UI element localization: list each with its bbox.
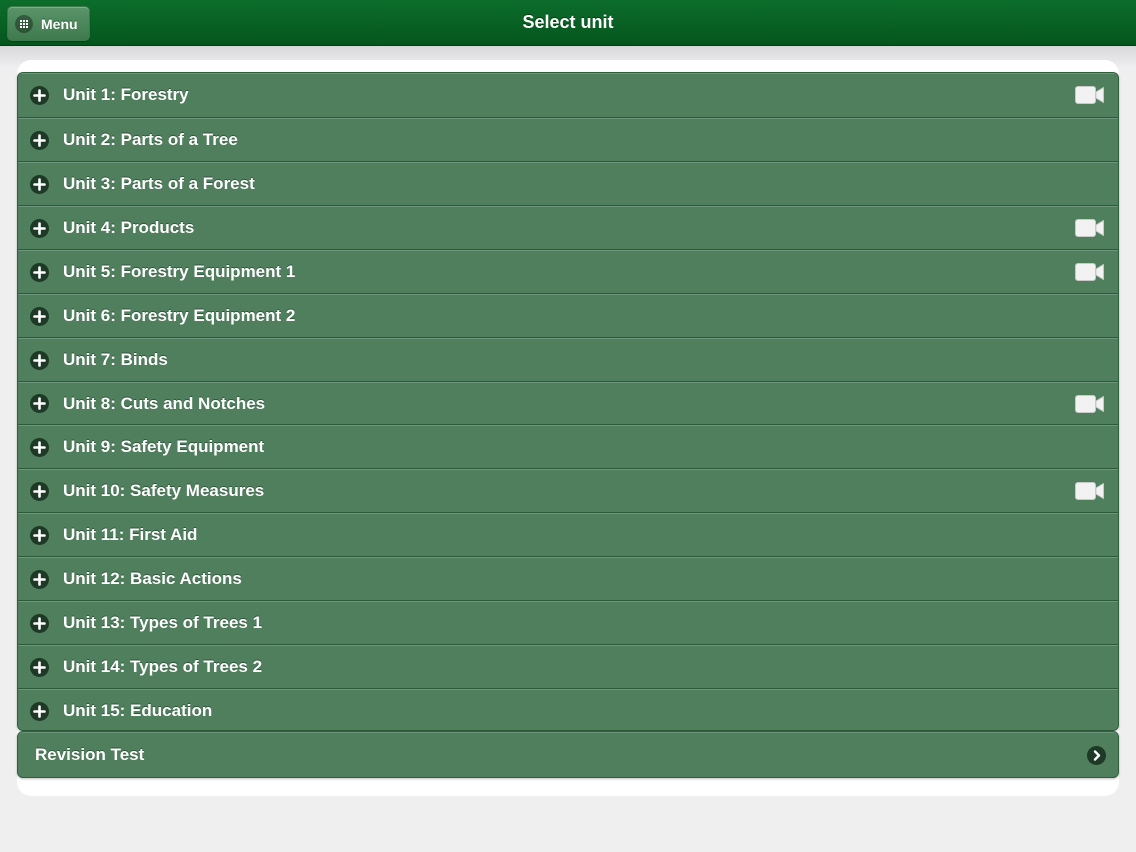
plus-icon [30, 394, 49, 413]
plus-icon [30, 482, 49, 501]
plus-icon [30, 658, 49, 677]
unit-label: Unit 3: Parts of a Forest [63, 174, 255, 193]
unit-label: Unit 10: Safety Measures [63, 481, 265, 500]
unit-label: Unit 4: Products [63, 218, 195, 237]
unit-row[interactable]: Unit 15: Education [18, 688, 1118, 730]
unit-row[interactable]: Unit 8: Cuts and Notches [18, 381, 1118, 424]
unit-row[interactable]: Unit 9: Safety Equipment [18, 424, 1118, 468]
unit-row[interactable]: Unit 1: Forestry [18, 73, 1118, 117]
unit-label: Unit 7: Binds [63, 350, 168, 369]
plus-icon [30, 570, 49, 589]
unit-label: Unit 1: Forestry [63, 85, 189, 104]
unit-list: Unit 1: Forestry Unit 2: Parts of a Tree U… [17, 72, 1119, 731]
plus-icon [30, 614, 49, 633]
unit-label: Unit 8: Cuts and Notches [63, 394, 266, 413]
revision-test-button[interactable]: Revision Test [17, 731, 1119, 778]
unit-row[interactable]: Unit 11: First Aid [18, 512, 1118, 556]
app-header: Menu Select unit [0, 0, 1136, 46]
plus-icon [30, 307, 49, 326]
unit-label: Unit 13: Types of Trees 1 [63, 613, 263, 632]
video-camera-icon [1075, 482, 1104, 500]
video-camera-icon [1075, 263, 1104, 281]
unit-label: Unit 15: Education [63, 701, 213, 720]
video-camera-icon [1075, 395, 1104, 413]
unit-label: Unit 11: First Aid [63, 525, 198, 544]
revision-test-label: Revision Test [35, 745, 145, 764]
plus-icon [30, 263, 49, 282]
unit-label: Unit 9: Safety Equipment [63, 437, 265, 456]
plus-icon [30, 526, 49, 545]
video-camera-icon [1075, 219, 1104, 237]
unit-label: Unit 2: Parts of a Tree [63, 130, 238, 149]
plus-icon [30, 131, 49, 150]
plus-icon [30, 175, 49, 194]
unit-row[interactable]: Unit 10: Safety Measures [18, 468, 1118, 512]
unit-row[interactable]: Unit 7: Binds [18, 337, 1118, 381]
page-title: Select unit [522, 12, 614, 32]
unit-label: Unit 6: Forestry Equipment 2 [63, 306, 296, 325]
unit-row[interactable]: Unit 13: Types of Trees 1 [18, 600, 1118, 644]
unit-row[interactable]: Unit 2: Parts of a Tree [18, 117, 1118, 161]
unit-row[interactable]: Unit 14: Types of Trees 2 [18, 644, 1118, 688]
plus-icon [30, 351, 49, 370]
unit-label: Unit 12: Basic Actions [63, 569, 242, 588]
video-camera-icon [1075, 86, 1104, 104]
plus-icon [30, 86, 49, 105]
unit-label: Unit 5: Forestry Equipment 1 [63, 262, 296, 281]
unit-label: Unit 14: Types of Trees 2 [63, 657, 263, 676]
chevron-right-icon [1087, 746, 1106, 765]
unit-row[interactable]: Unit 4: Products [18, 205, 1118, 249]
plus-icon [30, 702, 49, 721]
unit-row[interactable]: Unit 3: Parts of a Forest [18, 161, 1118, 205]
unit-row[interactable]: Unit 12: Basic Actions [18, 556, 1118, 600]
unit-row[interactable]: Unit 6: Forestry Equipment 2 [18, 293, 1118, 337]
plus-icon [30, 219, 49, 238]
plus-icon [30, 438, 49, 457]
unit-row[interactable]: Unit 5: Forestry Equipment 1 [18, 249, 1118, 293]
